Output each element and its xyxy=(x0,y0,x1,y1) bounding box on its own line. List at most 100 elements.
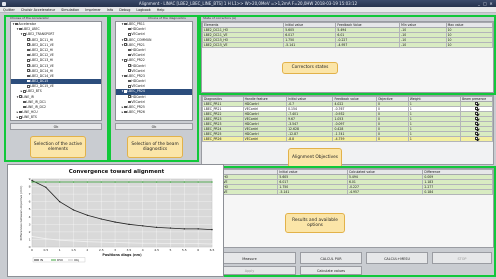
table-row[interactable]: LBEC_PR26 VEContrl -8.8 -4.759 0 1 xyxy=(202,136,493,142)
x-tick-label: 0 xyxy=(31,248,33,252)
data-point-obj xyxy=(31,235,33,238)
active-elements-tree[interactable]: ▾ Accelerator ▾ LBE2_LBEC ▾ LBE2_TRANSPORT LBE… xyxy=(10,21,102,121)
active-element-tree-item[interactable]: ▸ LINE_BTS xyxy=(11,115,101,120)
results-note: Results and available options xyxy=(285,213,345,233)
data-point-r50 xyxy=(72,181,75,183)
tree-item-label: VEContrl xyxy=(131,53,145,58)
data-point-obj xyxy=(114,241,116,244)
data-point-in xyxy=(169,227,172,229)
data-point-r50 xyxy=(31,181,33,183)
table-cell: -5.141 xyxy=(283,42,337,48)
tree-item-label: LINE_IR_DC2 xyxy=(26,105,46,109)
y-tick-label: 7 xyxy=(29,192,31,196)
x-tick-label: 1.5 xyxy=(71,248,76,252)
calculate-values-button[interactable]: Calculate values xyxy=(300,266,362,275)
beam-presence-checkbox[interactable] xyxy=(475,102,479,105)
beam-presence-checkbox[interactable] xyxy=(475,132,479,135)
active-elements-ok-button[interactable]: Ok xyxy=(10,123,102,130)
calcul-mesu-button[interactable]: CALCUL+MESU xyxy=(366,252,428,264)
beam-presence-checkbox[interactable] xyxy=(475,107,479,110)
menu-bar: Quitter Choisir Accelerateur Simulation … xyxy=(0,7,496,13)
table-cell: VEContrl xyxy=(242,136,288,142)
data-point-r50 xyxy=(169,181,172,183)
convergence-chart: 01234567890 0.5 1 1.5 2 2.5 3 3.5 4 4.5 5 5.5 6 6.5Po… xyxy=(19,177,214,263)
x-axis-label: Positions diags (nm) xyxy=(102,253,142,257)
data-point-in xyxy=(72,209,75,211)
data-point-in xyxy=(31,179,33,182)
tree-item-label: LBE2_DC11_HI xyxy=(30,37,53,42)
menu-print[interactable]: Imprimer xyxy=(84,7,102,12)
data-point-obj xyxy=(169,242,172,245)
correctors-table-frame: Elements Initial value Feedback Value Min v… xyxy=(201,21,494,93)
beam-presence-checkbox[interactable] xyxy=(475,112,479,115)
tree-item-label: LBE2_DC12_VE xyxy=(30,53,54,58)
menu-choose-accelerator[interactable]: Choisir Accelerateur xyxy=(20,7,56,12)
data-point-in xyxy=(45,186,47,189)
x-tick-label: 3.5 xyxy=(127,248,132,252)
correctors-caption: State of correctors (A) xyxy=(203,16,237,20)
beam-presence-cell xyxy=(460,136,493,142)
menu-logbook[interactable]: Logbook xyxy=(135,7,151,12)
x-tick-label: 2.5 xyxy=(99,248,104,252)
beam-presence-checkbox[interactable] xyxy=(475,122,479,125)
tree-item-label: LBE2_DC11_VE xyxy=(30,42,54,47)
beam-diagnostics-ok-button[interactable]: Ok xyxy=(115,123,193,130)
active-elements-note: Selection of the active elements xyxy=(30,136,86,158)
stop-button[interactable]: STOP xyxy=(432,252,492,264)
tree-item-label: HDContrl xyxy=(131,94,146,99)
data-point-in xyxy=(211,228,213,231)
menu-info[interactable]: Info xyxy=(106,7,114,12)
menu-help[interactable]: Help xyxy=(156,7,166,12)
menu-simulation[interactable]: Simulation xyxy=(60,7,80,12)
beam-presence-checkbox[interactable] xyxy=(475,117,479,120)
tree-item-label: VEContrl xyxy=(131,68,145,73)
table-cell: -10 xyxy=(399,42,447,48)
x-tick-label: 5 xyxy=(170,248,172,252)
app-window: Alignment - LINAC [LBE2_LBEC_LINE_BTS] 1… xyxy=(0,0,496,279)
tree-item-label: LBEC_PR26 xyxy=(127,110,145,115)
x-tick-label: 4.5 xyxy=(154,248,159,252)
data-point-r50 xyxy=(211,181,213,183)
data-point-r50 xyxy=(197,181,199,183)
data-point-in xyxy=(100,218,102,220)
tree-item-label: Accelerator xyxy=(18,22,37,26)
data-point-in xyxy=(197,228,199,230)
correctors-note: Correctors states xyxy=(282,62,338,74)
diagnostics-caption: Choice of the diagnostics xyxy=(148,16,186,20)
x-tick-label: 2 xyxy=(86,248,88,252)
tree-item-label: LBEC_PR11 xyxy=(127,22,145,26)
x-tick-label: 6 xyxy=(197,248,199,252)
data-point-obj xyxy=(72,240,75,242)
beam-diagnostics-tree[interactable]: ▾ LBEC_PR11 HDContrl VEContrl ▾ LBEC_COMMUN ▾ L… xyxy=(115,21,193,121)
data-point-r50 xyxy=(58,181,61,183)
beam-presence-checkbox[interactable] xyxy=(475,137,479,140)
calcul-pur-button[interactable]: CALCUL PUR xyxy=(300,252,362,264)
table-row[interactable]: LBE2_DC15_VE -5.141 -4.957 -10 10 xyxy=(202,42,493,48)
tree-item-label: LBE2_DC13_VE xyxy=(30,63,54,68)
tree-item-label: LBE2_DC15_VE xyxy=(30,84,54,89)
y-axis-label: Differences between objective (mm) xyxy=(19,186,23,241)
correctors-table: Elements Initial value Feedback Value Min v… xyxy=(202,22,493,48)
y-tick-label: 1 xyxy=(29,237,31,241)
tree-item-label: LINE_IR xyxy=(22,94,34,99)
table-cell: LBEC_PR26 xyxy=(202,136,244,142)
table-row[interactable]: LBE2_DC15_VE-5.141-4.9570.184 xyxy=(202,189,493,195)
tree-item-label: LBEC_PR23 xyxy=(127,73,145,78)
data-point-obj xyxy=(142,242,144,244)
menu-debug[interactable]: Debug xyxy=(118,7,131,12)
close-button[interactable]: ✕ xyxy=(488,1,494,6)
tree-item-label: LBEC_PR22 xyxy=(127,58,145,63)
table-cell: 10 xyxy=(445,42,493,48)
beam-presence-checkbox[interactable] xyxy=(475,127,479,130)
menu-quit[interactable]: Quitter xyxy=(2,7,16,12)
table-cell: 0.184 xyxy=(422,189,493,195)
table-cell: -4.957 xyxy=(335,42,401,48)
data-point-r50 xyxy=(45,181,47,183)
tree-item-label: LINE_BTS xyxy=(22,115,37,120)
tree-item-label: LBE2_DC15 xyxy=(30,79,49,84)
tree-item-label: LBEC_PR24 xyxy=(127,89,145,94)
accelerator-caption: Choose of the Accelerator xyxy=(10,16,49,20)
data-point-obj xyxy=(128,242,130,244)
diagnostic-tree-item[interactable]: ▸ LBEC_PR26 xyxy=(116,110,192,115)
data-point-r50 xyxy=(114,181,116,183)
